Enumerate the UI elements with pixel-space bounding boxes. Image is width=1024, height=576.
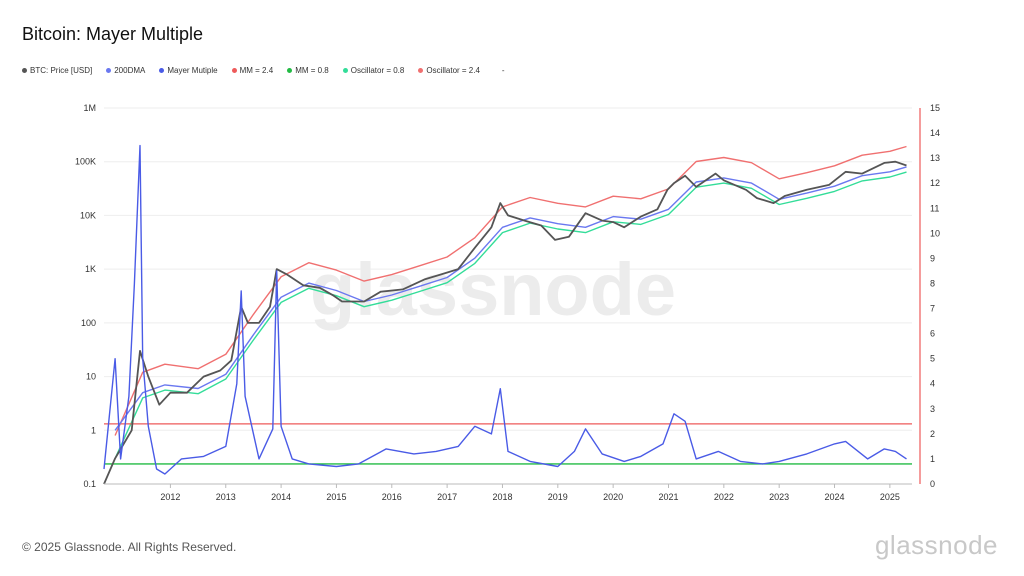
y-right-tick-label: 15 — [930, 103, 940, 113]
legend-item[interactable]: MM = 2.4 — [231, 66, 274, 75]
legend-dot-icon — [342, 68, 348, 73]
y-right-tick-label: 14 — [930, 128, 940, 138]
y-right-tick-label: 4 — [930, 379, 935, 389]
legend-label: Mayer Mutiple — [167, 66, 218, 75]
x-tick-label: 2017 — [437, 492, 457, 502]
x-tick-label: 2014 — [271, 492, 291, 502]
legend-label: - — [501, 66, 505, 75]
y-right-tick-label: 6 — [930, 329, 935, 339]
legend-item[interactable]: Mayer Mutiple — [159, 66, 218, 75]
brand-logo-text: glassnode — [874, 530, 998, 560]
y-right-tick-label: 11 — [930, 203, 939, 213]
y-left-tick-label: 100 — [81, 318, 96, 328]
x-tick-label: 2018 — [492, 492, 512, 502]
mayer-multiple-chart: glassnode 0.11101001K10K100K1M0123456789… — [75, 103, 940, 502]
y-right-tick-label: 3 — [930, 404, 935, 414]
legend-label: Oscillator = 2.4 — [426, 66, 480, 75]
copyright-text: © 2025 Glassnode. All Rights Reserved. — [22, 540, 237, 554]
y-right-tick-label: 7 — [930, 304, 935, 314]
y-left-tick-label: 100K — [75, 157, 96, 167]
y-right-tick-label: 13 — [930, 153, 940, 163]
y-right-tick-label: 12 — [930, 178, 940, 188]
x-tick-label: 2012 — [160, 492, 180, 502]
x-tick-label: 2016 — [382, 492, 402, 502]
legend-item[interactable]: 200DMA — [106, 66, 145, 75]
legend-dot-icon — [106, 68, 112, 73]
y-left-tick-label: 0.1 — [83, 479, 96, 489]
legend-dot-icon — [22, 68, 27, 73]
y-left-tick-label: 1K — [85, 264, 96, 274]
legend-label: Oscillator = 0.8 — [350, 66, 405, 75]
y-right-tick-label: 8 — [930, 278, 935, 288]
legend-label: MM = 2.4 — [239, 66, 274, 75]
x-tick-label: 2019 — [548, 492, 568, 502]
legend-dot-icon — [493, 68, 499, 73]
y-right-tick-label: 2 — [930, 429, 935, 439]
legend-item[interactable]: BTC: Price [USD] — [22, 66, 92, 75]
x-tick-label: 2020 — [603, 492, 623, 502]
y-left-tick-label: 10K — [80, 210, 96, 220]
legend-label: BTC: Price [USD] — [30, 66, 93, 75]
x-tick-label: 2024 — [825, 492, 845, 502]
legend-label: 200DMA — [114, 66, 146, 75]
y-left-tick-label: 1 — [91, 425, 96, 435]
watermark-text: glassnode — [310, 248, 676, 331]
legend-dot-icon — [159, 68, 165, 73]
legend-dot-icon — [418, 68, 424, 73]
x-tick-label: 2015 — [326, 492, 346, 502]
legend-dot-icon — [287, 68, 293, 73]
legend-label: MM = 0.8 — [295, 66, 329, 75]
y-right-tick-label: 0 — [930, 479, 935, 489]
chart-title: Bitcoin: Mayer Multiple — [22, 24, 204, 44]
x-tick-label: 2021 — [658, 492, 678, 502]
y-left-tick-label: 1M — [83, 103, 96, 113]
legend-dot-icon — [231, 68, 237, 73]
y-right-tick-label: 9 — [930, 253, 935, 263]
y-right-tick-label: 1 — [930, 454, 935, 464]
y-left-tick-label: 10 — [86, 372, 96, 382]
x-tick-label: 2025 — [880, 492, 900, 502]
x-tick-label: 2022 — [714, 492, 734, 502]
legend-item[interactable]: Oscillator = 0.8 — [342, 66, 405, 75]
legend-item[interactable]: Oscillator = 2.4 — [418, 66, 480, 75]
y-right-tick-label: 5 — [930, 354, 935, 364]
legend: BTC: Price [USD] 200DMA Mayer Mutiple MM = … — [22, 66, 505, 75]
y-right-tick-label: 10 — [930, 228, 940, 238]
x-tick-label: 2023 — [769, 492, 789, 502]
legend-item[interactable]: MM = 0.8 — [287, 66, 329, 75]
legend-item[interactable]: - — [493, 66, 505, 75]
x-tick-label: 2013 — [216, 492, 236, 502]
